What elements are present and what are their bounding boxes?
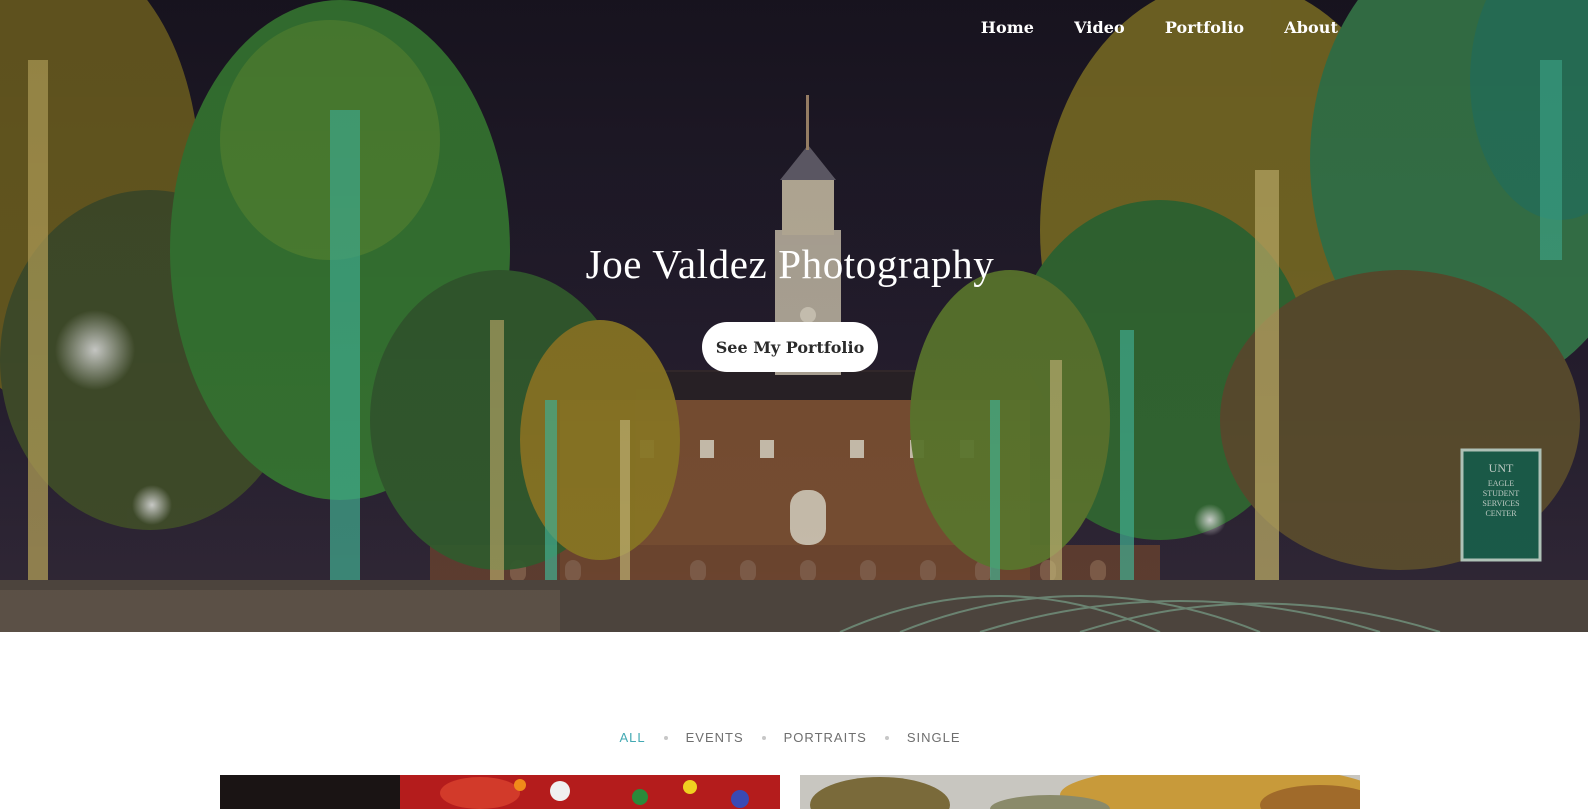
filter-events[interactable]: EVENTS (686, 730, 744, 745)
gallery-item[interactable] (800, 775, 1360, 809)
filter-single[interactable]: SINGLE (907, 730, 961, 745)
filter-all[interactable]: ALL (619, 730, 645, 745)
hero-section: UNT EAGLE STUDENT SERVICES CENTER Home V… (0, 0, 1588, 632)
hero-title: Joe Valdez Photography (585, 241, 995, 287)
nav-portfolio-link[interactable]: Portfolio (1165, 18, 1244, 37)
nav-about-link[interactable]: About (1284, 18, 1338, 37)
portfolio-filter-bar: ALL EVENTS PORTRAITS SINGLE (0, 730, 1580, 745)
nav-video-link[interactable]: Video (1074, 18, 1125, 37)
filter-separator (884, 735, 889, 740)
nav-home-link[interactable]: Home (981, 18, 1034, 37)
filter-separator (663, 735, 668, 740)
gallery-image (220, 775, 780, 809)
filter-portraits[interactable]: PORTRAITS (784, 730, 867, 745)
filter-separator (761, 735, 766, 740)
see-portfolio-button[interactable]: See My Portfolio (702, 322, 878, 372)
main-nav: Home Video Portfolio About (981, 18, 1338, 37)
gallery-image (800, 775, 1360, 809)
gallery-item[interactable] (220, 775, 780, 809)
hero-background-image: UNT EAGLE STUDENT SERVICES CENTER (0, 0, 1588, 632)
